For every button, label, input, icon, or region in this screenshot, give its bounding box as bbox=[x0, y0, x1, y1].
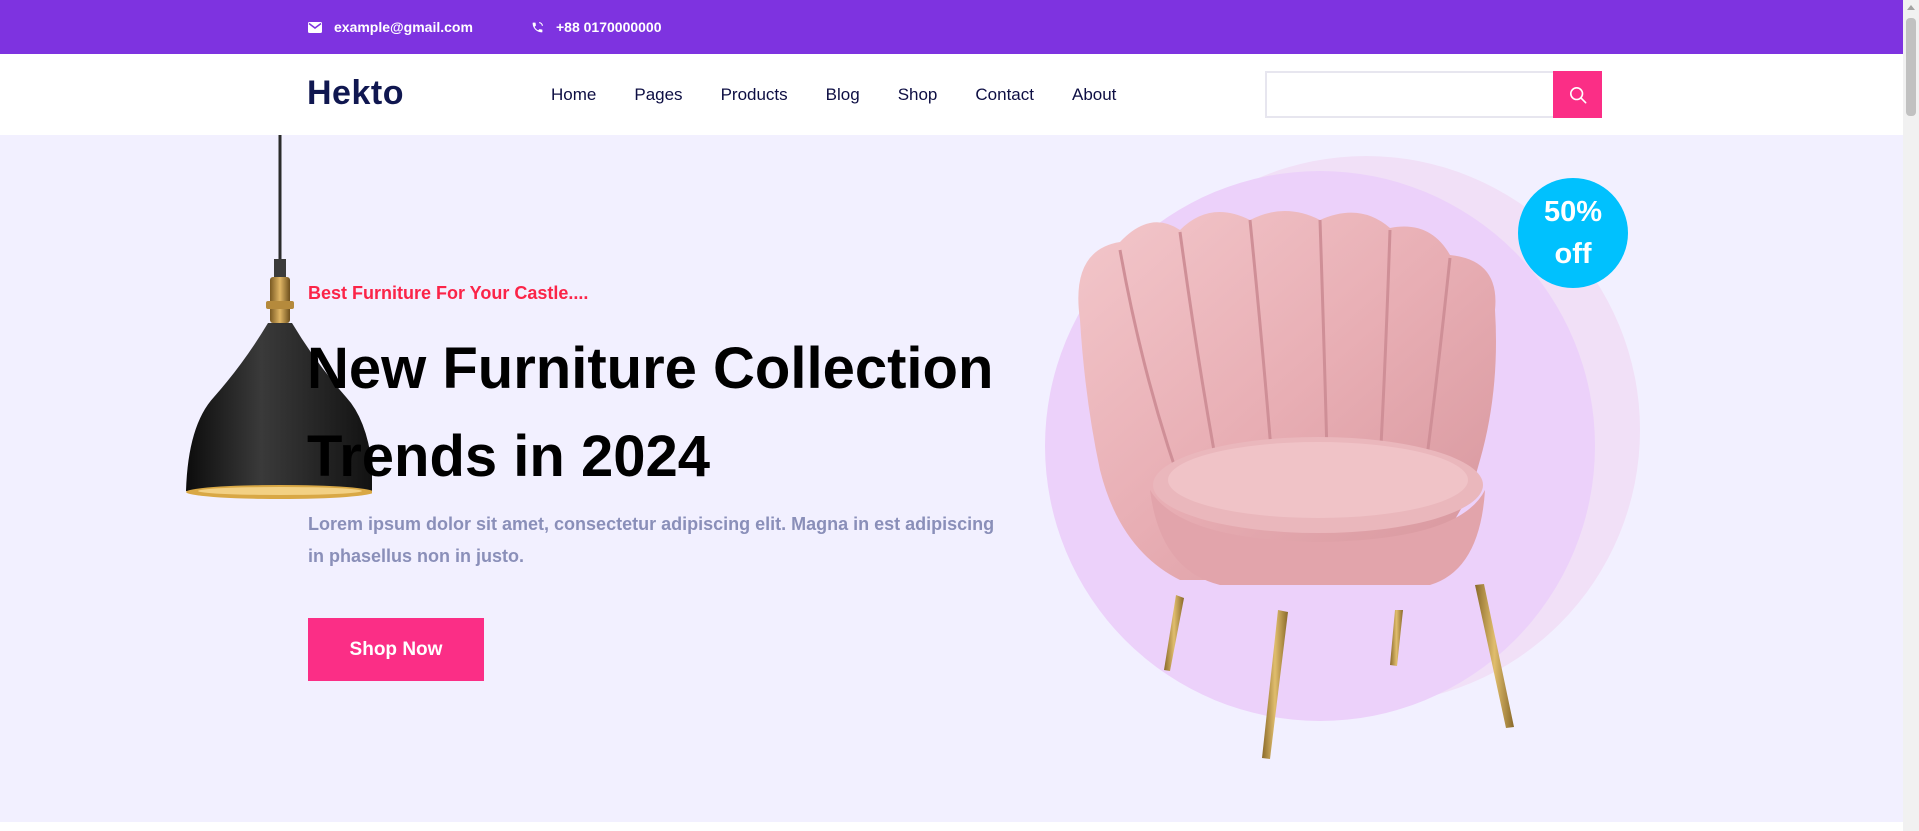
menu-item-products[interactable]: Products bbox=[721, 85, 788, 105]
discount-badge-label: off bbox=[1554, 238, 1592, 270]
top-info-bar: example@gmail.com +88 0170000000 bbox=[0, 0, 1903, 54]
main-navbar: Hekto Home Pages Products Blog Shop Cont… bbox=[0, 54, 1903, 135]
menu-item-home[interactable]: Home bbox=[551, 85, 596, 105]
email-text: example@gmail.com bbox=[334, 19, 473, 35]
shop-now-button[interactable]: Shop Now bbox=[308, 618, 484, 681]
page-bottom-strip bbox=[0, 822, 1903, 831]
search-bar bbox=[1265, 71, 1602, 118]
phone-text: +88 0170000000 bbox=[556, 19, 662, 35]
menu-item-pages[interactable]: Pages bbox=[634, 85, 682, 105]
hero-title: New Furniture Collection Trends in 2024 bbox=[307, 325, 1027, 501]
discount-badge: 50% off bbox=[1518, 178, 1628, 288]
mail-icon bbox=[308, 21, 322, 33]
search-button[interactable] bbox=[1553, 71, 1602, 118]
menu-item-about[interactable]: About bbox=[1072, 85, 1116, 105]
site-logo[interactable]: Hekto bbox=[307, 74, 404, 113]
main-menu: Home Pages Products Blog Shop Contact Ab… bbox=[551, 54, 1154, 135]
hero-description: Lorem ipsum dolor sit amet, consectetur … bbox=[308, 514, 995, 566]
hero-section: Best Furniture For Your Castle.... New F… bbox=[0, 135, 1903, 822]
search-icon bbox=[1569, 86, 1586, 103]
menu-item-shop[interactable]: Shop bbox=[898, 85, 938, 105]
scroll-up-arrow-icon[interactable] bbox=[1907, 5, 1915, 10]
hero-title-line-2: Trends in 2024 bbox=[307, 424, 710, 489]
hero-title-line-1: New Furniture Collection bbox=[307, 336, 994, 401]
menu-item-contact[interactable]: Contact bbox=[975, 85, 1034, 105]
page-scrollbar[interactable] bbox=[1903, 0, 1919, 831]
contact-email[interactable]: example@gmail.com bbox=[308, 0, 473, 54]
discount-badge-percent: 50% bbox=[1543, 196, 1603, 228]
scrollbar-thumb[interactable] bbox=[1906, 18, 1916, 116]
pink-armchair-image bbox=[1078, 211, 1514, 759]
contact-phone[interactable]: +88 0170000000 bbox=[531, 0, 662, 54]
menu-item-blog[interactable]: Blog bbox=[826, 85, 860, 105]
hero-subtitle: Best Furniture For Your Castle.... bbox=[308, 283, 589, 303]
search-input[interactable] bbox=[1265, 71, 1553, 118]
phone-icon bbox=[532, 21, 543, 32]
